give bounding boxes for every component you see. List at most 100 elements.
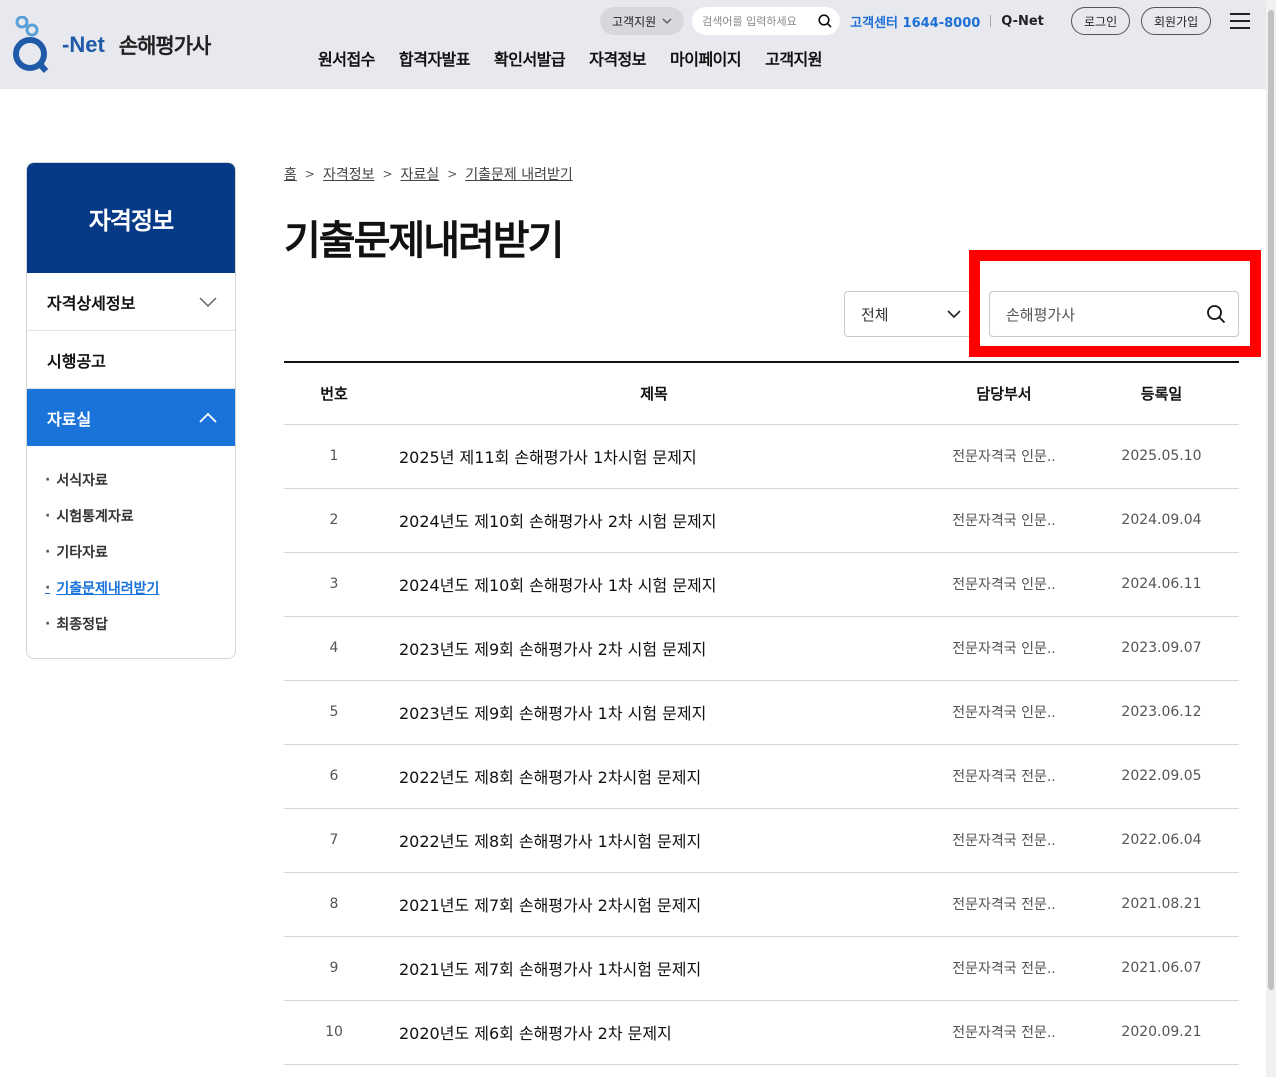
breadcrumb-qualification-info[interactable]: 자격정보 xyxy=(323,164,375,184)
login-button[interactable]: 로그인 xyxy=(1071,7,1131,35)
search-icon[interactable] xyxy=(1206,304,1226,324)
search-input[interactable]: 손해평가사 xyxy=(989,291,1239,337)
table-row[interactable]: 4 2023년도 제9회 손해평가사 2차 시험 문제지 전문자격국 인문.. … xyxy=(284,616,1239,681)
chevron-down-icon xyxy=(947,310,961,318)
chevron-right-icon: > xyxy=(447,167,458,181)
row-number: 6 xyxy=(284,744,384,809)
row-date: 2024.09.04 xyxy=(1084,488,1239,553)
customer-center-link[interactable]: 고객센터 1644-8000 xyxy=(850,12,980,31)
row-date: 2025.05.10 xyxy=(1084,424,1239,489)
header-search-placeholder: 검색어를 입력하세요 xyxy=(702,15,797,28)
sidebar-submenu: 서식자료 시험통계자료 기타자료 기출문제내려받기 최종정답 xyxy=(27,446,235,642)
qnet-logo[interactable]: -Net 손해평가사 xyxy=(12,16,212,74)
row-department: 전문자격국 전문.. xyxy=(924,936,1084,1001)
category-select[interactable]: 전체 xyxy=(844,291,972,337)
sidebar-item-notice[interactable]: 시행공고 xyxy=(27,331,235,389)
row-number: 3 xyxy=(284,552,384,617)
row-department: 전문자격국 인문.. xyxy=(924,424,1084,489)
row-number: 2 xyxy=(284,488,384,553)
sidebar-sub-statistics[interactable]: 시험통계자료 xyxy=(45,498,235,534)
logo-site-name: 손해평가사 xyxy=(118,34,212,58)
sidebar-sub-etc[interactable]: 기타자료 xyxy=(45,534,235,570)
table-row[interactable]: 2 2024년도 제10회 손해평가사 2차 시험 문제지 전문자격국 인문..… xyxy=(284,488,1239,553)
scrollbar[interactable] xyxy=(1266,0,1276,1077)
scrollbar-thumb[interactable] xyxy=(1268,10,1274,990)
table-row[interactable]: 8 2021년도 제7회 손해평가사 2차시험 문제지 전문자격국 전문.. 2… xyxy=(284,872,1239,937)
table-row[interactable]: 10 2020년도 제6회 손해평가사 2차 문제지 전문자격국 전문.. 20… xyxy=(284,1000,1239,1065)
chevron-up-icon xyxy=(199,412,217,423)
table-row[interactable]: 1 2025년 제11회 손해평가사 1차시험 문제지 전문자격국 인문.. 2… xyxy=(284,424,1239,489)
sidebar-item-label: 시행공고 xyxy=(47,351,106,371)
row-department: 전문자격국 인문.. xyxy=(924,680,1084,745)
nav-apply[interactable]: 원서접수 xyxy=(318,46,375,70)
row-department: 전문자격국 인문.. xyxy=(924,616,1084,681)
breadcrumb-current[interactable]: 기출문제 내려받기 xyxy=(465,164,573,184)
row-number: 8 xyxy=(284,872,384,937)
row-title-link[interactable]: 2024년도 제10회 손해평가사 2차 시험 문제지 xyxy=(384,488,924,553)
chevron-right-icon: > xyxy=(382,167,393,181)
header-department: 담당부서 xyxy=(924,362,1084,425)
sidebar-item-label: 자격상세정보 xyxy=(47,293,136,313)
row-date: 2022.09.05 xyxy=(1084,744,1239,809)
sidebar-sub-forms[interactable]: 서식자료 xyxy=(45,462,235,498)
nav-qualification-info[interactable]: 자격정보 xyxy=(589,46,646,70)
row-title-link[interactable]: 2025년 제11회 손해평가사 1차시험 문제지 xyxy=(384,424,924,489)
breadcrumb-home[interactable]: 홈 xyxy=(284,164,297,184)
row-department: 전문자격국 인문.. xyxy=(924,488,1084,553)
row-title-link[interactable]: 2021년도 제7회 손해평가사 1차시험 문제지 xyxy=(384,936,924,1001)
nav-certificate[interactable]: 확인서발급 xyxy=(494,46,566,70)
row-department: 전문자격국 전문.. xyxy=(924,808,1084,873)
sidebar: 자격정보 자격상세정보 시행공고 자료실 서식자료 시험통계자료 기타자료 기출… xyxy=(26,162,236,659)
row-department: 전문자격국 전문.. xyxy=(924,744,1084,809)
table-row[interactable]: 7 2022년도 제8회 손해평가사 1차시험 문제지 전문자격국 전문.. 2… xyxy=(284,808,1239,873)
row-department: 전문자격국 전문.. xyxy=(924,872,1084,937)
nav-support[interactable]: 고객지원 xyxy=(765,46,822,70)
row-title-link[interactable]: 2023년도 제9회 손해평가사 2차 시험 문제지 xyxy=(384,616,924,681)
breadcrumb-library[interactable]: 자료실 xyxy=(401,164,440,184)
category-select-value: 전체 xyxy=(861,305,889,324)
table-row[interactable]: 6 2022년도 제8회 손해평가사 2차시험 문제지 전문자격국 전문.. 2… xyxy=(284,744,1239,809)
row-title-link[interactable]: 2021년도 제7회 손해평가사 2차시험 문제지 xyxy=(384,872,924,937)
table-row[interactable]: 5 2023년도 제9회 손해평가사 1차 시험 문제지 전문자격국 인문.. … xyxy=(284,680,1239,745)
row-number: 5 xyxy=(284,680,384,745)
search-icon[interactable] xyxy=(818,14,832,28)
sidebar-sub-past-exams[interactable]: 기출문제내려받기 xyxy=(45,570,235,606)
sidebar-item-detail[interactable]: 자격상세정보 xyxy=(27,273,235,331)
support-dropdown[interactable]: 고객지원 xyxy=(600,7,685,35)
table-row[interactable]: 9 2021년도 제7회 손해평가사 1차시험 문제지 전문자격국 전문.. 2… xyxy=(284,936,1239,1001)
logo-net-text: -Net xyxy=(62,32,105,57)
join-button[interactable]: 회원가입 xyxy=(1141,7,1212,35)
site-header: -Net 손해평가사 고객지원 검색어를 입력하세요 고객센터 1644-800… xyxy=(0,0,1266,89)
table-row[interactable]: 3 2024년도 제10회 손해평가사 1차 시험 문제지 전문자격국 인문..… xyxy=(284,552,1239,617)
header-search-input[interactable]: 검색어를 입력하세요 xyxy=(692,7,841,35)
row-title-link[interactable]: 2022년도 제8회 손해평가사 2차시험 문제지 xyxy=(384,744,924,809)
nav-mypage[interactable]: 마이페이지 xyxy=(670,46,742,70)
sidebar-sub-final-answers[interactable]: 최종정답 xyxy=(45,606,235,642)
row-title-link[interactable]: 2022년도 제8회 손해평가사 1차시험 문제지 xyxy=(384,808,924,873)
row-date: 2021.08.21 xyxy=(1084,872,1239,937)
row-date: 2022.06.04 xyxy=(1084,808,1239,873)
support-label: 고객지원 xyxy=(612,14,657,29)
breadcrumb: 홈 > 자격정보 > 자료실 > 기출문제 내려받기 xyxy=(284,164,573,184)
sidebar-item-library[interactable]: 자료실 xyxy=(27,389,235,446)
row-title-link[interactable]: 2024년도 제10회 손해평가사 1차 시험 문제지 xyxy=(384,552,924,617)
chevron-right-icon: > xyxy=(304,167,315,181)
table-header-row: 번호 제목 담당부서 등록일 xyxy=(284,362,1239,425)
chevron-down-icon xyxy=(199,296,217,307)
row-date: 2024.06.11 xyxy=(1084,552,1239,617)
qnet-logo-icon xyxy=(13,16,49,73)
row-date: 2023.09.07 xyxy=(1084,616,1239,681)
sidebar-item-label: 자료실 xyxy=(47,409,92,429)
header-title: 제목 xyxy=(384,362,924,425)
menu-icon[interactable] xyxy=(1230,13,1250,29)
qnet-link[interactable]: Q-Net xyxy=(1001,14,1044,29)
row-department: 전문자격국 인문.. xyxy=(924,552,1084,617)
row-title-link[interactable]: 2023년도 제9회 손해평가사 1차 시험 문제지 xyxy=(384,680,924,745)
header-date: 등록일 xyxy=(1084,362,1239,425)
search-input-value: 손해평가사 xyxy=(1006,305,1076,324)
row-date: 2020.09.21 xyxy=(1084,1000,1239,1065)
exam-list-table: 번호 제목 담당부서 등록일 1 2025년 제11회 손해평가사 1차시험 문… xyxy=(284,361,1239,1065)
nav-results[interactable]: 합격자발표 xyxy=(399,46,471,70)
row-number: 4 xyxy=(284,616,384,681)
row-title-link[interactable]: 2020년도 제6회 손해평가사 2차 문제지 xyxy=(384,1000,924,1065)
